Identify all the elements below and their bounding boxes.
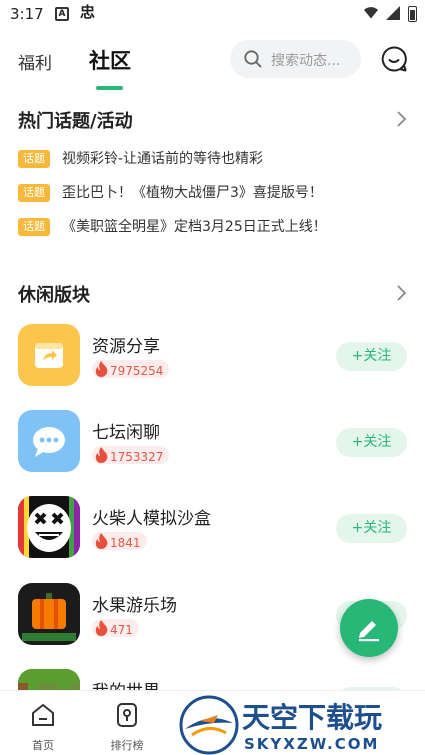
forum-name: 资源分享: [92, 337, 160, 357]
search-placeholder: 搜索动态...: [271, 53, 341, 69]
topic-text: 视频彩铃-让通话前的等待也精彩: [62, 151, 264, 167]
active-tab-indicator: [96, 86, 123, 90]
forum-heat: 471: [92, 619, 139, 637]
forum-name: 七坛闲聊: [92, 423, 160, 443]
topic-tag: 话题: [18, 218, 50, 236]
forum-heat: 1841: [92, 532, 147, 550]
tab-shequ[interactable]: 社区: [89, 45, 131, 75]
edit-icon: [359, 621, 379, 642]
search-icon: [244, 50, 262, 68]
pumpkin-icon: [18, 583, 80, 645]
tab-fuli[interactable]: 福利: [18, 49, 52, 74]
nav-ranking[interactable]: 排行榜: [97, 701, 157, 753]
fire-icon: [95, 533, 108, 549]
notification-icon: 忠: [80, 3, 96, 21]
topic-item[interactable]: 话题 视频彩铃-让通话前的等待也精彩: [18, 149, 418, 169]
forum-heat: 1753327: [92, 446, 170, 464]
follow-button[interactable]: +关注: [336, 514, 407, 543]
status-bar: 3:17 A 忠: [0, 0, 425, 30]
topic-tag: 话题: [18, 184, 50, 202]
hot-topics-more-icon[interactable]: [395, 111, 407, 127]
hot-topics-title: 热门话题/活动: [18, 111, 133, 132]
compose-post-button[interactable]: [340, 599, 398, 657]
watermark-domain: SKYXZW.COM: [244, 735, 379, 753]
topic-item[interactable]: 话题 歪比巴卜！《植物大战僵尸3》喜提版号！: [18, 183, 418, 203]
home-icon: [32, 704, 54, 726]
topic-text: 歪比巴卜！《植物大战僵尸3》喜提版号！: [62, 185, 323, 201]
forum-heat: 7975254: [92, 360, 170, 378]
fire-icon: [95, 620, 108, 636]
share-box-icon: [18, 324, 80, 386]
leisure-more-icon[interactable]: [395, 285, 407, 301]
fire-icon: [95, 361, 108, 377]
signal-icon: [386, 6, 400, 20]
forum-item[interactable]: 七坛闲聊 1753327 +关注: [18, 410, 413, 472]
battery-icon: [408, 6, 417, 22]
topic-tag: 话题: [18, 150, 50, 168]
status-time: 3:17: [10, 5, 44, 23]
nav-home[interactable]: 首页: [13, 701, 73, 753]
forum-item[interactable]: 资源分享 7975254 +关注: [18, 324, 413, 386]
app-notification-icon: A: [55, 7, 69, 21]
forum-name: 火柴人模拟沙盒: [92, 509, 211, 529]
forum-item[interactable]: 火柴人模拟沙盒 1841 +关注: [18, 496, 413, 558]
chat-bubble-icon: [18, 410, 80, 472]
search-input[interactable]: 搜索动态...: [230, 40, 361, 78]
leisure-section-title: 休闲版块: [18, 285, 90, 306]
message-icon[interactable]: [380, 45, 408, 73]
stickman-face-icon: [18, 496, 80, 558]
forum-name: 水果游乐场: [92, 596, 177, 616]
watermark-logo: 天空下载玩 SKYXZW.COM: [178, 693, 425, 755]
topic-text: 《美职篮全明星》定档3月25日正式上线！: [62, 219, 327, 235]
wifi-icon: [364, 7, 378, 19]
fire-icon: [95, 447, 108, 463]
watermark-title: 天空下载玩: [242, 701, 382, 734]
follow-button[interactable]: +关注: [336, 342, 407, 371]
topic-item[interactable]: 话题 《美职篮全明星》定档3月25日正式上线！: [18, 217, 418, 237]
ranking-icon: [117, 703, 137, 727]
follow-button[interactable]: +关注: [336, 428, 407, 457]
